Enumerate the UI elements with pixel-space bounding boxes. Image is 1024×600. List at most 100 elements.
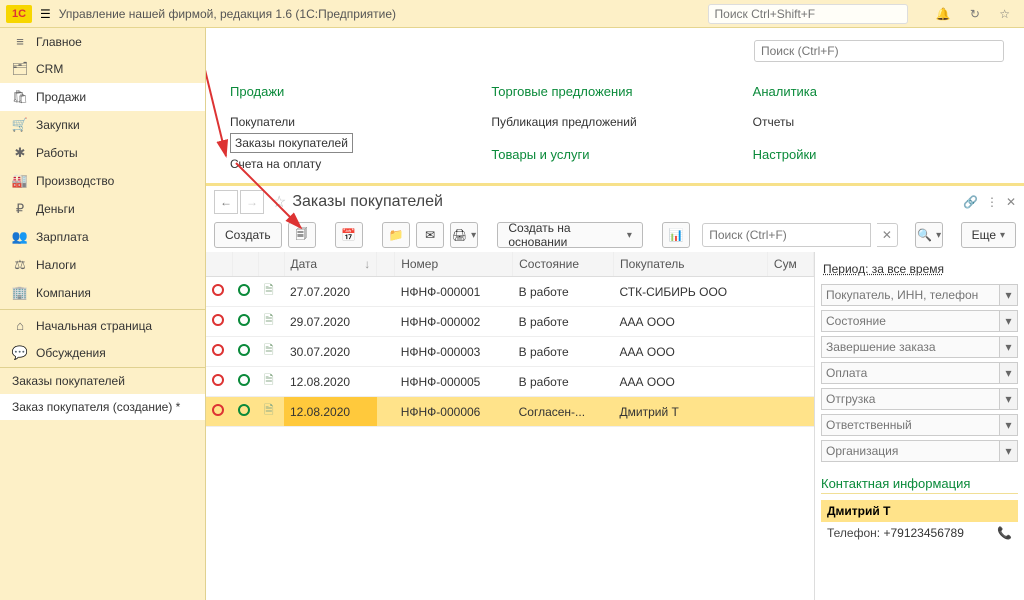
link-customer-orders[interactable]: Заказы покупателей bbox=[230, 133, 353, 153]
col-5[interactable]: Номер bbox=[395, 252, 513, 277]
sidebar-label: CRM bbox=[36, 62, 63, 76]
nav-back-button[interactable]: ← bbox=[214, 190, 238, 214]
open-doc-0[interactable]: Заказы покупателей bbox=[0, 368, 205, 394]
more-icon[interactable]: ⋮ bbox=[986, 195, 998, 209]
sidebar-item-1[interactable]: 🗂 CRM bbox=[0, 55, 205, 83]
star-icon[interactable]: ☆ bbox=[999, 7, 1010, 21]
close-icon[interactable]: ✕ bbox=[1006, 195, 1016, 209]
bell-icon[interactable]: 🔔 bbox=[936, 7, 951, 21]
link-icon[interactable]: 🔗 bbox=[963, 195, 978, 209]
sub-label: Обсуждения bbox=[36, 346, 106, 360]
section-heading-sales[interactable]: Продажи bbox=[230, 84, 481, 99]
report-button[interactable]: 📊 bbox=[662, 222, 690, 248]
phone-icon[interactable]: 📞 bbox=[997, 526, 1012, 540]
favorite-icon[interactable]: ☆ bbox=[272, 192, 286, 212]
sidebar-icon: ✱ bbox=[10, 145, 30, 161]
create-button[interactable]: Создать bbox=[214, 222, 282, 248]
sidebar-item-2[interactable]: 🛍Продажи bbox=[0, 83, 205, 111]
filter-input-5[interactable] bbox=[821, 414, 1000, 436]
sidebar-label: Главное bbox=[36, 35, 82, 49]
contact-name: Дмитрий Т bbox=[821, 500, 1018, 522]
col-8[interactable]: Сум bbox=[767, 252, 813, 277]
link-invoices[interactable]: Счета на оплату bbox=[230, 153, 481, 175]
content-search-input[interactable] bbox=[754, 40, 1004, 62]
grid-search-input[interactable] bbox=[702, 223, 871, 247]
section-heading-goods[interactable]: Товары и услуги bbox=[491, 147, 742, 162]
create-based-on-button[interactable]: Создать на основании bbox=[497, 222, 643, 248]
section-heading-analytics[interactable]: Аналитика bbox=[753, 84, 1004, 99]
sidebar-icon: ≡ bbox=[10, 34, 30, 49]
section-heading-settings[interactable]: Настройки bbox=[753, 147, 1004, 162]
contact-phone-label: Телефон: +79123456789 bbox=[827, 526, 964, 540]
table-row[interactable]: 🗎12.08.2020НФНФ-000005В работеААА ООО bbox=[206, 367, 814, 397]
nav-forward-button[interactable]: → bbox=[240, 190, 264, 214]
table-row[interactable]: 🗎12.08.2020НФНФ-000006Согласен-...Дмитри… bbox=[206, 397, 814, 427]
filter-input-0[interactable] bbox=[821, 284, 1000, 306]
filter-input-3[interactable] bbox=[821, 362, 1000, 384]
filter-drop-6[interactable]: ▾ bbox=[1000, 440, 1018, 462]
copy-button[interactable]: 🗐 bbox=[288, 222, 316, 248]
sidebar-item-3[interactable]: 🛒Закупки bbox=[0, 111, 205, 139]
sidebar-label: Работы bbox=[36, 146, 78, 160]
orders-table[interactable]: Дата ↓ НомерСостояниеПокупательСум 🗎27.07… bbox=[206, 252, 814, 427]
col-4[interactable] bbox=[377, 252, 395, 277]
doc-icon: 🗎 bbox=[264, 283, 274, 297]
global-search-input[interactable] bbox=[708, 4, 908, 24]
sidebar-item-8[interactable]: ⚖Налоги bbox=[0, 251, 205, 279]
sidebar-item-6[interactable]: ₽Деньги bbox=[0, 195, 205, 223]
filter-drop-0[interactable]: ▾ bbox=[1000, 284, 1018, 306]
sidebar-item-0[interactable]: ≡ Главное bbox=[0, 28, 205, 55]
sidebar-icon: 🏢 bbox=[10, 285, 30, 301]
sidebar-item-4[interactable]: ✱ Работы bbox=[0, 139, 205, 167]
col-3[interactable]: Дата ↓ bbox=[284, 252, 377, 277]
mail-button[interactable]: ✉ bbox=[416, 222, 444, 248]
link-reports[interactable]: Отчеты bbox=[753, 111, 1004, 133]
folder-button[interactable]: 📁 bbox=[382, 222, 410, 248]
sub-icon: 💬 bbox=[10, 345, 30, 361]
open-doc-1[interactable]: Заказ покупателя (создание) * bbox=[0, 394, 205, 420]
section-heading-offers[interactable]: Торговые предложения bbox=[491, 84, 742, 99]
filter-drop-4[interactable]: ▾ bbox=[1000, 388, 1018, 410]
clear-search-button[interactable]: ✕ bbox=[877, 223, 897, 247]
status-green-icon bbox=[238, 374, 250, 386]
col-0[interactable] bbox=[206, 252, 232, 277]
sidebar-icon: 👥 bbox=[10, 229, 30, 245]
filter-input-6[interactable] bbox=[821, 440, 1000, 462]
sidebar-sub-1[interactable]: 💬 Обсуждения bbox=[0, 339, 205, 367]
link-buyers[interactable]: Покупатели bbox=[230, 111, 481, 133]
status-green-icon bbox=[238, 344, 250, 356]
table-row[interactable]: 🗎29.07.2020НФНФ-000002В работеААА ООО bbox=[206, 307, 814, 337]
link-publish-offers[interactable]: Публикация предложений bbox=[491, 111, 742, 133]
search-options-button[interactable]: 🔍 bbox=[915, 222, 943, 248]
calendar-button[interactable]: 📅 bbox=[335, 222, 363, 248]
table-row[interactable]: 🗎27.07.2020НФНФ-000001В работеСТК-СИБИРЬ… bbox=[206, 277, 814, 307]
doc-icon: 🗎 bbox=[264, 313, 274, 327]
sidebar: ≡ Главное 🗂 CRM 🛍Продажи🛒Закупки ✱ Работы 🏭Прои… bbox=[0, 28, 206, 600]
filter-drop-1[interactable]: ▾ bbox=[1000, 310, 1018, 332]
filter-input-1[interactable] bbox=[821, 310, 1000, 332]
period-link[interactable]: Период: за все время bbox=[823, 262, 1016, 276]
col-7[interactable]: Покупатель bbox=[614, 252, 768, 277]
more-button[interactable]: Еще bbox=[961, 222, 1016, 248]
filter-input-4[interactable] bbox=[821, 388, 1000, 410]
filter-drop-3[interactable]: ▾ bbox=[1000, 362, 1018, 384]
contact-info-heading: Контактная информация bbox=[821, 476, 1018, 494]
sidebar-item-9[interactable]: 🏢Компания bbox=[0, 279, 205, 307]
col-6[interactable]: Состояние bbox=[513, 252, 614, 277]
filter-input-2[interactable] bbox=[821, 336, 1000, 358]
print-button[interactable]: 🖨 bbox=[450, 222, 478, 248]
sidebar-item-7[interactable]: 👥Зарплата bbox=[0, 223, 205, 251]
menu-icon[interactable]: ☰ bbox=[40, 7, 51, 21]
sidebar-item-5[interactable]: 🏭Производство bbox=[0, 167, 205, 195]
sidebar-icon: ₽ bbox=[10, 201, 30, 217]
filter-drop-2[interactable]: ▾ bbox=[1000, 336, 1018, 358]
history-icon[interactable]: ↻ bbox=[970, 7, 980, 21]
sidebar-sub-0[interactable]: ⌂Начальная страница bbox=[0, 312, 205, 339]
filter-drop-5[interactable]: ▾ bbox=[1000, 414, 1018, 436]
filter-panel: Период: за все время ▾ ▾ ▾ ▾ ▾ ▾ ▾ Контактная … bbox=[814, 252, 1024, 600]
doc-icon: 🗎 bbox=[264, 373, 274, 387]
sidebar-icon: 🗂 bbox=[10, 61, 30, 77]
table-row[interactable]: 🗎30.07.2020НФНФ-000003В работеААА ООО bbox=[206, 337, 814, 367]
col-2[interactable] bbox=[258, 252, 284, 277]
col-1[interactable] bbox=[232, 252, 258, 277]
